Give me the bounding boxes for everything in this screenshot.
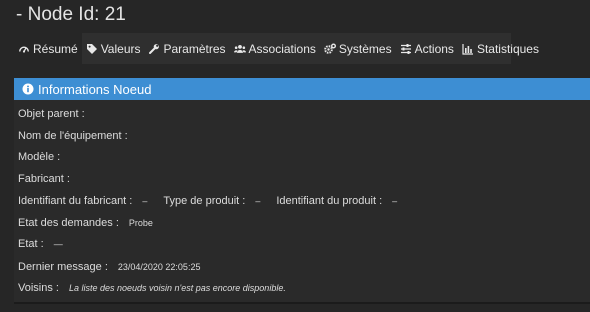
- tab-label: Statistiques: [476, 41, 539, 56]
- sliders-icon: [400, 43, 412, 55]
- product-id-value: –: [392, 196, 398, 206]
- name-label: Nom de l'équipement :: [18, 130, 128, 142]
- bar-chart-icon: [462, 43, 474, 55]
- wrench-icon: [148, 43, 160, 55]
- tab-label: Valeurs: [100, 41, 141, 56]
- tab-label: Associations: [248, 41, 316, 56]
- product-id-label: Identifiant du produit :: [276, 195, 383, 207]
- last-message-value: 23/04/2020 22:05:25: [117, 262, 201, 272]
- manufacturer-id-label: Identifiant du fabricant :: [18, 195, 133, 207]
- tab-resume[interactable]: Résumé: [14, 33, 82, 64]
- field-name: Nom de l'équipement :: [18, 130, 128, 142]
- request-state-value: Probe: [128, 218, 153, 228]
- field-model: Modèle :: [18, 151, 60, 163]
- tab-label: Résumé: [33, 41, 78, 56]
- manufacturer-id-value: –: [142, 196, 148, 206]
- tab-bar: Résumé Valeurs Paramètres Associations S…: [14, 33, 539, 64]
- state-label: Etat :: [18, 238, 44, 250]
- dashboard-icon: [18, 43, 30, 55]
- product-type-value: –: [255, 196, 261, 206]
- page-title: - Node Id: 21: [16, 4, 126, 25]
- neighbors-label: Voisins :: [18, 282, 59, 294]
- field-last-message: Dernier message : 23/04/2020 22:05:25: [18, 261, 200, 273]
- product-type-label: Type de produit :: [163, 195, 246, 207]
- cogs-icon: [324, 43, 336, 55]
- last-message-label: Dernier message :: [18, 261, 108, 273]
- tab-actions[interactable]: Actions: [396, 33, 458, 64]
- field-parent: Objet parent :: [18, 108, 85, 120]
- tab-valeurs[interactable]: Valeurs: [82, 33, 145, 64]
- tag-icon: [86, 43, 98, 55]
- tab-parametres[interactable]: Paramètres: [144, 33, 229, 64]
- tab-statistiques[interactable]: Statistiques: [458, 33, 543, 64]
- field-identifiers: Identifiant du fabricant : – Type de pro…: [18, 195, 397, 207]
- panel-title: Informations Noeud: [38, 81, 152, 97]
- model-label: Modèle :: [18, 151, 61, 163]
- field-manufacturer: Fabricant :: [18, 173, 70, 185]
- node-info-panel: Informations Noeud Objet parent : Nom de…: [14, 78, 590, 304]
- field-request-state: Etat des demandes : Probe: [18, 217, 153, 229]
- state-value: —: [53, 239, 63, 249]
- request-state-label: Etat des demandes :: [18, 217, 119, 229]
- manufacturer-label: Fabricant :: [18, 173, 70, 185]
- field-state: Etat : —: [18, 238, 63, 250]
- tab-label: Actions: [414, 41, 454, 56]
- tab-associations[interactable]: Associations: [230, 33, 320, 64]
- tab-systemes[interactable]: Systèmes: [320, 33, 396, 64]
- parent-label: Objet parent :: [18, 108, 85, 120]
- info-icon: [22, 83, 34, 95]
- tab-label: Paramètres: [163, 41, 226, 56]
- tab-label: Systèmes: [338, 41, 392, 56]
- neighbors-value: La liste des noeuds voisin n'est pas enc…: [68, 283, 286, 293]
- field-neighbors: Voisins : La liste des noeuds voisin n'e…: [18, 282, 286, 294]
- panel-header: Informations Noeud: [14, 78, 590, 100]
- users-icon: [233, 43, 246, 55]
